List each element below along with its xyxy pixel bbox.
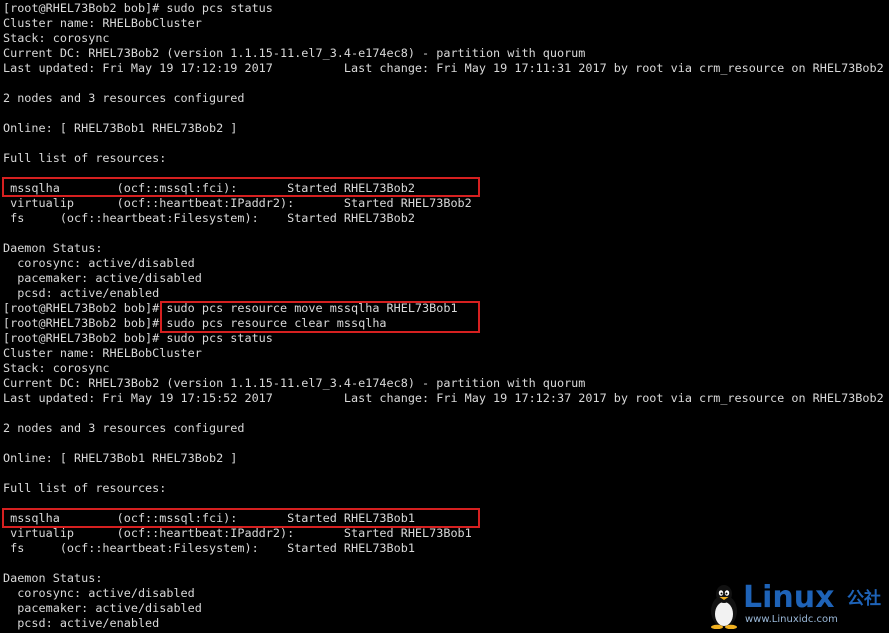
terminal-line: Current DC: RHEL73Bob2 (version 1.1.15-1…	[3, 376, 586, 390]
terminal-line: virtualip (ocf::heartbeat:IPaddr2): Star…	[3, 196, 472, 210]
terminal-line: fs (ocf::heartbeat:Filesystem): Started …	[3, 211, 415, 225]
terminal-line: pcsd: active/enabled	[3, 616, 160, 630]
terminal-line: corosync: active/disabled	[3, 256, 195, 270]
terminal-window[interactable]: [root@RHEL73Bob2 bob]# sudo pcs status Cl…	[0, 0, 889, 633]
terminal-line: Stack: corosync	[3, 31, 110, 45]
terminal-line: Current DC: RHEL73Bob2 (version 1.1.15-1…	[3, 46, 586, 60]
watermark-logo: Linux 公社 www.Linuxidc.com	[707, 581, 885, 631]
terminal-line: [root@RHEL73Bob2 bob]# sudo pcs status	[3, 1, 273, 15]
terminal-line: 2 nodes and 3 resources configured	[3, 421, 245, 435]
terminal-line: Full list of resources:	[3, 151, 167, 165]
terminal-line: Last updated: Fri May 19 17:12:19 2017 L…	[3, 61, 884, 75]
watermark-brand-cn-text: 公社	[847, 589, 881, 609]
terminal-line: [root@RHEL73Bob2 bob]# sudo pcs status	[3, 331, 273, 345]
tux-penguin-icon	[711, 585, 737, 629]
terminal-line: Online: [ RHEL73Bob1 RHEL73Bob2 ]	[3, 451, 238, 465]
terminal-line: pcsd: active/enabled	[3, 286, 160, 300]
terminal-line: Daemon Status:	[3, 241, 103, 255]
terminal-line: mssqlha (ocf::mssql:fci): Started RHEL73…	[3, 181, 415, 195]
terminal-line: virtualip (ocf::heartbeat:IPaddr2): Star…	[3, 526, 472, 540]
terminal-line: Full list of resources:	[3, 481, 167, 495]
terminal-line: pacemaker: active/disabled	[3, 601, 202, 615]
terminal-line: corosync: active/disabled	[3, 586, 195, 600]
terminal-line: Last updated: Fri May 19 17:15:52 2017 L…	[3, 391, 884, 405]
terminal-line: 2 nodes and 3 resources configured	[3, 91, 245, 105]
watermark-brand-text: Linux	[743, 580, 835, 615]
terminal-line: Cluster name: RHELBobCluster	[3, 16, 202, 30]
terminal-line: Online: [ RHEL73Bob1 RHEL73Bob2 ]	[3, 121, 238, 135]
terminal-line: mssqlha (ocf::mssql:fci): Started RHEL73…	[3, 511, 415, 525]
terminal-line: fs (ocf::heartbeat:Filesystem): Started …	[3, 541, 415, 555]
terminal-line: Stack: corosync	[3, 361, 110, 375]
terminal-line: [root@RHEL73Bob2 bob]# sudo pcs resource…	[3, 316, 387, 330]
terminal-line: [root@RHEL73Bob2 bob]# sudo pcs resource…	[3, 301, 458, 315]
terminal-line: pacemaker: active/disabled	[3, 271, 202, 285]
watermark-url-text: www.Linuxidc.com	[745, 614, 838, 625]
terminal-line: Daemon Status:	[3, 571, 103, 585]
terminal-line: Cluster name: RHELBobCluster	[3, 346, 202, 360]
